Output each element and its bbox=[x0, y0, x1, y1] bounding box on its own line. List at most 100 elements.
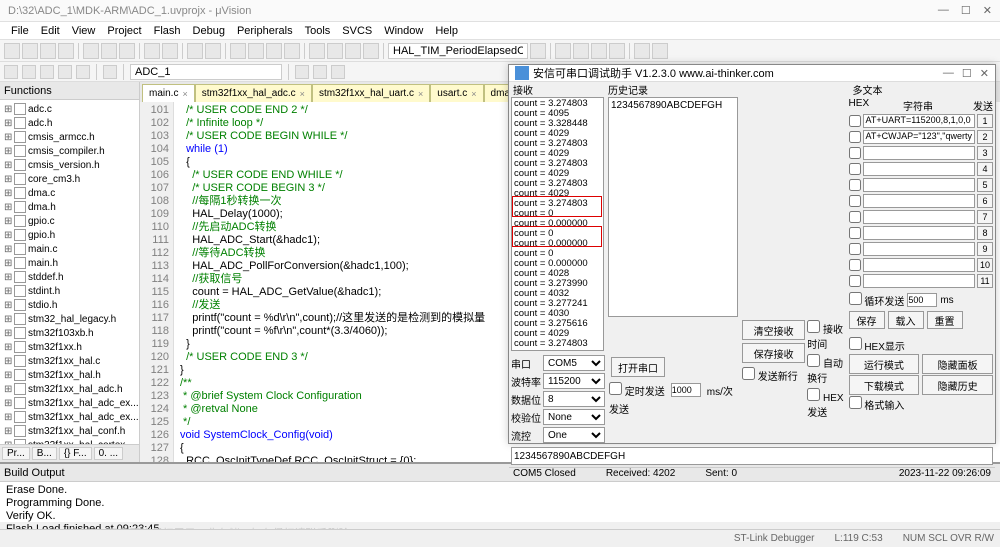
tree-item[interactable]: ⊞core_cm3.h bbox=[0, 172, 139, 186]
tree-item[interactable]: ⊞stdio.h bbox=[0, 298, 139, 312]
paste-icon[interactable] bbox=[119, 43, 135, 59]
options-icon[interactable] bbox=[295, 65, 309, 79]
multi-text-input[interactable] bbox=[863, 258, 975, 272]
multi-text-input[interactable]: AT+UART=115200,8,1,0,0 bbox=[863, 114, 975, 128]
serial-close-icon[interactable]: ✕ bbox=[980, 67, 989, 80]
multi-hex-checkbox[interactable] bbox=[849, 227, 861, 239]
build-icon[interactable] bbox=[22, 65, 36, 79]
outdent-icon[interactable] bbox=[327, 43, 343, 59]
databits-select[interactable]: 8 bbox=[543, 391, 605, 407]
serial-minimize-icon[interactable]: — bbox=[943, 67, 954, 80]
saveall-icon[interactable] bbox=[58, 43, 74, 59]
bookmark-clear-icon[interactable] bbox=[284, 43, 300, 59]
port-select[interactable]: COM5 bbox=[543, 355, 605, 371]
menu-tools[interactable]: Tools bbox=[300, 25, 336, 37]
multi-hex-checkbox[interactable] bbox=[849, 243, 861, 255]
tree-item[interactable]: ⊞stm32f1xx_hal_adc_ex... bbox=[0, 410, 139, 424]
open-port-button[interactable]: 打开串口 bbox=[611, 357, 665, 377]
manage-icon[interactable] bbox=[652, 43, 668, 59]
multi-send-button[interactable]: 2 bbox=[977, 130, 993, 144]
maximize-icon[interactable]: ☐ bbox=[961, 4, 971, 17]
batch-build-icon[interactable] bbox=[58, 65, 72, 79]
find-combo[interactable] bbox=[388, 43, 528, 59]
functions-tree[interactable]: ⊞adc.c⊞adc.h⊞cmsis_armcc.h⊞cmsis_compile… bbox=[0, 100, 139, 444]
menu-help[interactable]: Help bbox=[430, 25, 463, 37]
nav-back-icon[interactable] bbox=[187, 43, 203, 59]
parity-select[interactable]: None bbox=[543, 409, 605, 425]
indent-icon[interactable] bbox=[309, 43, 325, 59]
save-icon[interactable] bbox=[40, 43, 56, 59]
panel-tabs[interactable]: Pr...B...{} F...0. ... bbox=[0, 444, 139, 462]
rebuild-icon[interactable] bbox=[40, 65, 54, 79]
timed-interval-input[interactable] bbox=[671, 383, 701, 397]
undo-icon[interactable] bbox=[144, 43, 160, 59]
close-tab-icon[interactable]: × bbox=[182, 89, 187, 99]
tree-item[interactable]: ⊞cmsis_armcc.h bbox=[0, 130, 139, 144]
multi-send-button[interactable]: 10 bbox=[977, 258, 993, 272]
tree-item[interactable]: ⊞stm32f1xx_hal.h bbox=[0, 368, 139, 382]
target-select[interactable] bbox=[130, 64, 282, 80]
menu-project[interactable]: Project bbox=[102, 25, 146, 37]
save-recv-button[interactable]: 保存接收 bbox=[742, 343, 805, 363]
multi-send-button[interactable]: 9 bbox=[977, 242, 993, 256]
tree-item[interactable]: ⊞stm32f1xx_hal_adc_ex... bbox=[0, 396, 139, 410]
multi-hex-checkbox[interactable] bbox=[849, 115, 861, 127]
multi-text-input[interactable] bbox=[863, 146, 975, 160]
debug-icon[interactable] bbox=[555, 43, 571, 59]
multi-hex-checkbox[interactable] bbox=[849, 275, 861, 287]
tree-item[interactable]: ⊞stdint.h bbox=[0, 284, 139, 298]
watch-icon[interactable] bbox=[591, 43, 607, 59]
tree-item[interactable]: ⊞dma.c bbox=[0, 186, 139, 200]
tree-item[interactable]: ⊞dma.h bbox=[0, 200, 139, 214]
multi-hex-checkbox[interactable] bbox=[849, 131, 861, 143]
bookmark-icon[interactable] bbox=[230, 43, 246, 59]
download-icon[interactable] bbox=[103, 65, 117, 79]
menu-svcs[interactable]: SVCS bbox=[337, 25, 377, 37]
filext-icon[interactable] bbox=[313, 65, 327, 79]
multi-text-input[interactable] bbox=[863, 226, 975, 240]
stop-build-icon[interactable] bbox=[76, 65, 90, 79]
panel-tab[interactable]: Pr... bbox=[2, 447, 30, 460]
file-tab[interactable]: stm32f1xx_hal_uart.c× bbox=[312, 84, 430, 102]
tree-item[interactable]: ⊞adc.c bbox=[0, 102, 139, 116]
tree-item[interactable]: ⊞gpio.c bbox=[0, 214, 139, 228]
file-tab[interactable]: stm32f1xx_hal_adc.c× bbox=[195, 84, 312, 102]
send-newline-checkbox[interactable] bbox=[742, 367, 755, 380]
hide-history-button[interactable]: 隐藏历史 bbox=[922, 375, 993, 395]
file-tab[interactable]: main.c× bbox=[142, 84, 195, 102]
close-tab-icon[interactable]: × bbox=[471, 89, 476, 99]
history-item[interactable]: 1234567890ABCDEFGH bbox=[611, 100, 735, 111]
tree-item[interactable]: ⊞stddef.h bbox=[0, 270, 139, 284]
multi-hex-checkbox[interactable] bbox=[849, 179, 861, 191]
find-icon[interactable] bbox=[530, 43, 546, 59]
serial-maximize-icon[interactable]: ☐ bbox=[962, 67, 972, 80]
tree-item[interactable]: ⊞stm32f1xx_hal.c bbox=[0, 354, 139, 368]
menu-debug[interactable]: Debug bbox=[188, 25, 230, 37]
config-icon[interactable] bbox=[634, 43, 650, 59]
clear-recv-button[interactable]: 清空接收 bbox=[742, 320, 805, 340]
cycle-send-checkbox[interactable] bbox=[849, 292, 862, 305]
minimize-icon[interactable]: — bbox=[938, 4, 949, 17]
new-icon[interactable] bbox=[4, 43, 20, 59]
multi-hex-checkbox[interactable] bbox=[849, 163, 861, 175]
tree-item[interactable]: ⊞main.h bbox=[0, 256, 139, 270]
panel-tab[interactable]: B... bbox=[32, 447, 57, 460]
multi-text-input[interactable] bbox=[863, 210, 975, 224]
flow-select[interactable]: One bbox=[543, 427, 605, 443]
menu-view[interactable]: View bbox=[67, 25, 101, 37]
multi-hex-checkbox[interactable] bbox=[849, 211, 861, 223]
bookmark-prev-icon[interactable] bbox=[248, 43, 264, 59]
multi-text-input[interactable] bbox=[863, 242, 975, 256]
tree-item[interactable]: ⊞stm32f1xx_hal_adc.h bbox=[0, 382, 139, 396]
multi-text-input[interactable] bbox=[863, 162, 975, 176]
close-tab-icon[interactable]: × bbox=[418, 89, 423, 99]
multi-hex-checkbox[interactable] bbox=[849, 147, 861, 159]
menu-edit[interactable]: Edit bbox=[36, 25, 65, 37]
file-tab[interactable]: usart.c× bbox=[430, 84, 483, 102]
multi-send-button[interactable]: 8 bbox=[977, 226, 993, 240]
multi-send-button[interactable]: 11 bbox=[977, 274, 993, 288]
history-list[interactable]: 1234567890ABCDEFGH bbox=[608, 97, 738, 317]
tree-item[interactable]: ⊞stm32f1xx_hal_conf.h bbox=[0, 424, 139, 438]
multi-hex-checkbox[interactable] bbox=[849, 259, 861, 271]
copy-icon[interactable] bbox=[101, 43, 117, 59]
